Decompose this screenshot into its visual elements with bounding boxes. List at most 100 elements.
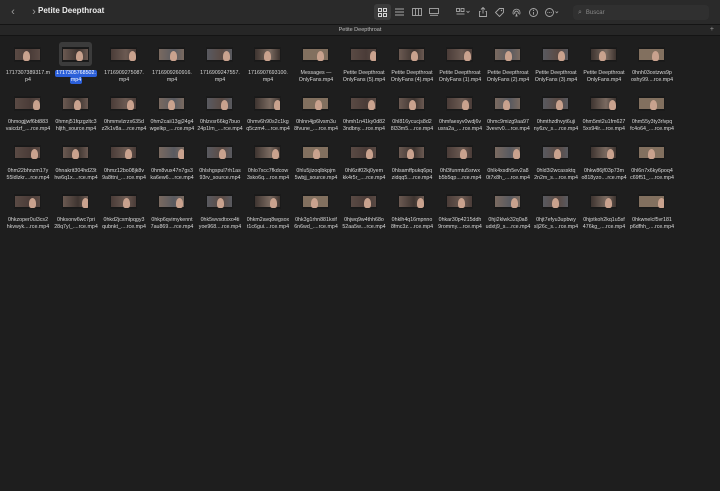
file-name-line: OnlyFans (2).mp4 (486, 77, 530, 83)
file-item[interactable]: 0hji2klwk32q0a8 udxtj9_s....rce.mp4 (484, 187, 532, 232)
file-item[interactable]: 0hlu5jizoqlbkpjm 5wbjj_source.mp4 (292, 138, 340, 183)
thumbnail-subject (511, 197, 518, 208)
file-item[interactable]: 0hm2caii13gj24g4 wgelkp_....rce.mp4 (148, 89, 196, 134)
thumbnail-frame (251, 140, 284, 164)
file-item[interactable]: 0hmthzdhvyt6uji ny6zv_s....rce.mp4 (532, 89, 580, 134)
file-item[interactable]: 0hm5mt2u1fm627 5xx94lr....rce.mp4 (580, 89, 628, 134)
file-item[interactable]: Messages — OnlyFans.mp4 (292, 40, 340, 85)
file-item[interactable]: 0hlsamffpukq6pq zidqq5....rce.mp4 (388, 138, 436, 183)
file-item[interactable]: 0hmz12bo08jk8v 9a8ttni_....rce.mp4 (100, 138, 148, 183)
file-item[interactable]: 0hkd2jcxmlpqgy3 qubnkt_....rce.mp4 (100, 187, 148, 232)
file-name: 0hksorw6wc7pri 28q7yl_....rce.mp4 (53, 217, 99, 231)
column-view-button[interactable] (408, 4, 425, 20)
thumbnail-frame (491, 189, 524, 213)
info-button[interactable] (525, 4, 542, 20)
file-item[interactable]: 0hmogjjwf6bt883 vaicdzf_....rce.mp4 (4, 89, 52, 134)
file-item[interactable]: 0hlnn4jp6lvsm3u 8fvune_....rce.mp4 (292, 89, 340, 134)
file-item[interactable]: 0hm55y3ty3rlvpq fc4o64_....rce.mp4 (628, 89, 676, 134)
file-item[interactable]: 0hlshgspul7rh1as 93rv_source.mp4 (196, 138, 244, 183)
file-item[interactable]: Petite Deepthroat OnlyFans.mp4 (580, 40, 628, 85)
file-item[interactable]: 0hm22bhnzm17y 55ldlzkr....rce.mp4 (4, 138, 52, 183)
thumbnail-subject (178, 148, 184, 159)
airdrop-button[interactable] (508, 4, 525, 20)
file-item[interactable]: 0hjptkoh2kq1u5sf 476kg_....rce.mp4 (580, 187, 628, 232)
file-name-line: 0hm8vux47n7gs3 (151, 168, 193, 174)
file-item[interactable]: 1717307389317.m p4 (4, 40, 52, 85)
file-item[interactable]: 1716907693100. mp4 (244, 40, 292, 85)
file-name-line: Petite Deepthroat (583, 70, 625, 76)
file-item[interactable]: 0hkwnelcf5vr181 p6dfhh_....rce.mp4 (628, 187, 676, 232)
file-item[interactable]: 0hl6zif02kj0yem kk4r5r_....rce.mp4 (340, 138, 388, 183)
group-by-button[interactable] (452, 4, 474, 20)
file-item[interactable]: 0hmfaesyv0wdj6v usra2a_....rce.mp4 (436, 89, 484, 134)
file-item[interactable]: 0hm8vux47n7gs3 ka6ew6....rce.mp4 (148, 138, 196, 183)
file-item[interactable]: Petite Deepthroat OnlyFans (3).mp4 (532, 40, 580, 85)
file-item[interactable]: 0hklh4q16mpnno 8fmc3z....rce.mp4 (388, 187, 436, 232)
file-item[interactable]: 0hlk4xsdh5ev2a8 0t7x8h_....rce.mp4 (484, 138, 532, 183)
file-name: 0hld3i2wcassktq 2n2m_s....rce.mp4 (533, 168, 579, 182)
file-item[interactable]: 0hmnj51fqzgzltc3 hljth_source.mp4 (52, 89, 100, 134)
thumbnail-frame (347, 91, 380, 115)
finder-window: ‹ › Petite Deepthroat ⌕ Buscar Petite De… (0, 0, 720, 491)
file-item[interactable]: 0hmh1n41ky0d82 3ndbny....rce.mp4 (340, 89, 388, 134)
file-item[interactable]: 0hlo7xcc7fkdcow 3sko6q....rce.mp4 (244, 138, 292, 183)
file-item[interactable]: 0hkm2avq8wgsox t1c6gui....rce.mp4 (244, 187, 292, 232)
file-item[interactable]: Petite Deepthroat OnlyFans (4).mp4 (388, 40, 436, 85)
file-name: 0hl816ycucjs8d2 8l33m5....rce.mp4 (389, 119, 435, 133)
file-item[interactable]: 0hlzvsr66kg7buo 24p1lm_....rce.mp4 (196, 89, 244, 134)
file-item[interactable]: 0hnh03oxtzws9p oshy99....rce.mp4 (628, 40, 676, 85)
file-name-line: 0hmfaesyv0wdj6v (438, 119, 482, 125)
video-thumbnail (158, 46, 185, 62)
add-tab-button[interactable]: + (710, 26, 714, 34)
file-item[interactable]: 0hkw86jf03p73m o818yzo....rce.mp4 (580, 138, 628, 183)
file-name-line: c69f51_....rce.mp4 (630, 175, 674, 181)
file-name: 0hlnn4jp6lvsm3u 8fvune_....rce.mp4 (293, 119, 339, 133)
file-item[interactable]: 0hkzoper0ul3cs2 hkvwyk....rce.mp4 (4, 187, 52, 232)
gallery-view-button[interactable] (425, 4, 442, 20)
video-thumbnail (302, 193, 329, 209)
file-item[interactable]: 0hkp6qvimykennt 7au869....rce.mp4 (148, 187, 196, 232)
file-item[interactable]: 0hksorw6wc7pri 28q7yl_....rce.mp4 (52, 187, 100, 232)
file-item[interactable]: 0hl3funmtu5srwx b5b5qp....rce.mp4 (436, 138, 484, 183)
file-name-line: 0hkp6qvimykennt (151, 217, 193, 223)
thumbnail-frame (299, 140, 332, 164)
file-item[interactable]: Petite Deepthroat OnlyFans (1).mp4 (436, 40, 484, 85)
video-thumbnail (446, 46, 473, 62)
file-item[interactable]: 0hkar30p4215ddh 9rommy....rce.mp4 (436, 187, 484, 232)
file-item[interactable]: 0hnakrit304hd23t hw6q1x....rce.mp4 (52, 138, 100, 183)
file-item[interactable]: 1717305768502. mp4 (52, 40, 100, 85)
file-item[interactable]: 0hmmvlzrzx635d z2k1v8a....rce.mp4 (100, 89, 148, 134)
search-field[interactable]: ⌕ Buscar (573, 5, 709, 20)
info-icon (529, 7, 538, 17)
thumbnail-frame (539, 91, 572, 115)
list-view-button[interactable] (391, 4, 408, 20)
file-item[interactable]: 0hjt7efyu3upbwy slj26c_s....rce.mp4 (532, 187, 580, 232)
file-item[interactable]: 0hmc9mizg9aa97 3vevrv0....rce.mp4 (484, 89, 532, 134)
file-name-line: mp4 (214, 77, 226, 83)
file-item[interactable]: 0hl6n7x6ky6poq4 c69f51_....rce.mp4 (628, 138, 676, 183)
file-item[interactable]: 1716909247557. mp4 (196, 40, 244, 85)
file-name-line: Petite Deepthroat (535, 70, 577, 76)
file-name: 0hk3g1rhn881kxif 6n6wd_....rce.mp4 (293, 217, 339, 231)
more-button[interactable] (542, 4, 562, 20)
file-item[interactable]: 1716909275087. mp4 (100, 40, 148, 85)
file-item[interactable]: 0hmv6h90s2c1kg q5czm4....rce.mp4 (244, 89, 292, 134)
file-item[interactable]: 0hk5wvsdtxxo4ti yoe968....rce.mp4 (196, 187, 244, 232)
file-item[interactable]: 0hl816ycucjs8d2 8l33m5....rce.mp4 (388, 89, 436, 134)
thumbnail-subject (609, 99, 616, 110)
tag-button[interactable] (491, 4, 508, 20)
back-button[interactable]: ‹ (6, 5, 20, 19)
file-item[interactable]: 0hjwq9w4thh68o 52aa5w....rce.mp4 (340, 187, 388, 232)
file-name-line: 3sko6q....rce.mp4 (246, 175, 290, 181)
file-item[interactable]: 0hk3g1rhn881kxif 6n6wd_....rce.mp4 (292, 187, 340, 232)
share-button[interactable] (474, 4, 491, 20)
icon-view-button[interactable] (374, 4, 391, 20)
file-item[interactable]: Petite Deepthroat OnlyFans (2).mp4 (484, 40, 532, 85)
thumbnail-subject (411, 50, 418, 61)
file-item[interactable]: 1716909260916. mp4 (148, 40, 196, 85)
file-item[interactable]: 0hld3i2wcassktq 2n2m_s....rce.mp4 (532, 138, 580, 183)
file-name-line: vaicdzf_....rce.mp4 (5, 126, 51, 132)
video-thumbnail (14, 144, 41, 160)
video-thumbnail (206, 95, 233, 111)
file-item[interactable]: Petite Deepthroat OnlyFans (5).mp4 (340, 40, 388, 85)
